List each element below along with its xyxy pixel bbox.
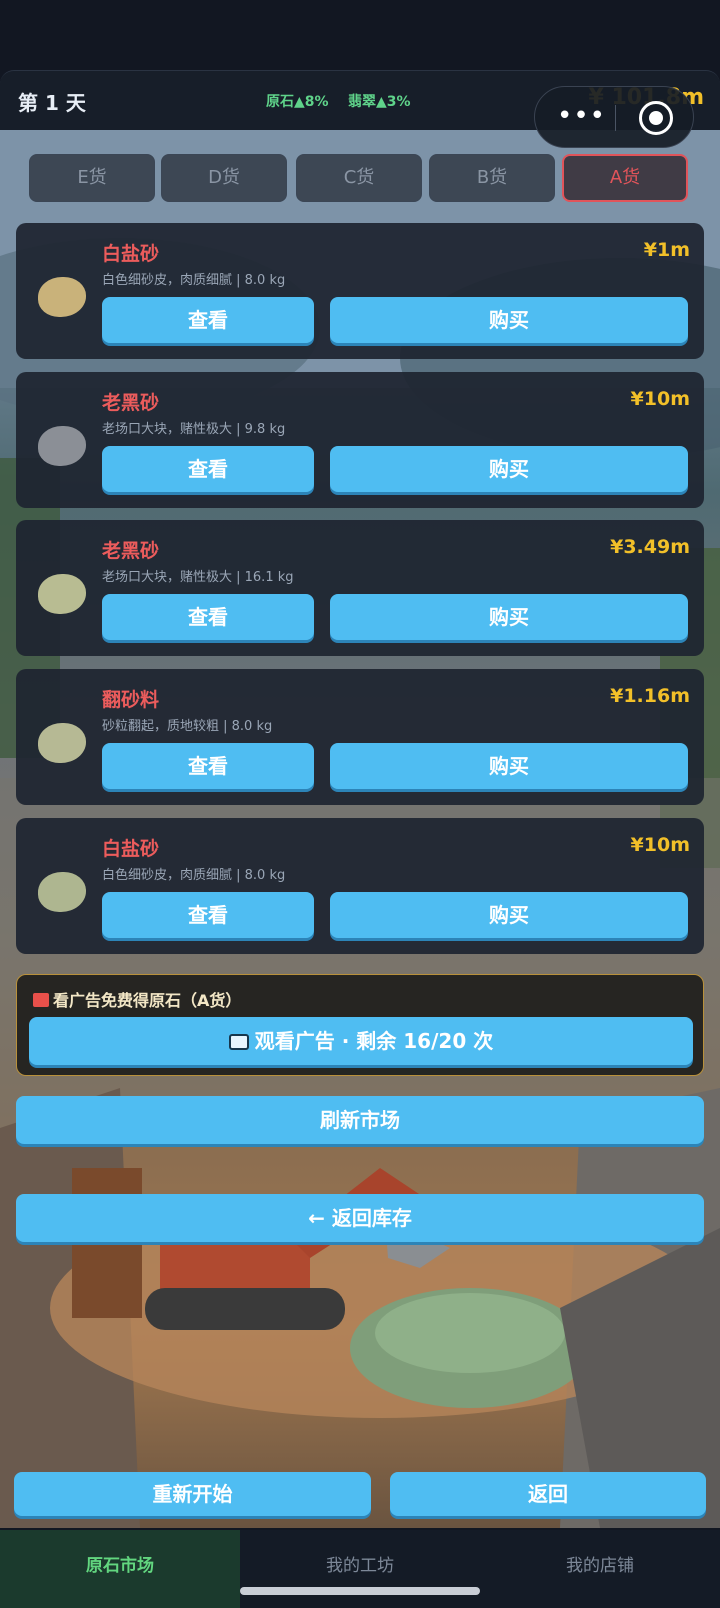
nav-stone-market[interactable]: 原石市场 [0,1530,240,1608]
stone-image [38,723,86,763]
stone-name: 老黑砂 [102,540,160,562]
stone-card: 老黑砂 ¥10m 老场口大块，赌性极大 | 9.8 kg 查看 购买 [16,372,704,508]
buy-button[interactable]: 购买 [330,446,688,492]
nav-my-workshop[interactable]: 我的工坊 [240,1530,480,1608]
gift-icon [33,993,49,1007]
ad-title-text: 看广告免费得原石（A货） [53,991,242,1010]
stone-description: 老场口大块，赌性极大 | 16.1 kg [102,570,294,585]
stone-image [38,277,86,317]
stone-card: 翻砂料 ¥1.16m 砂粒翻起，质地较粗 | 8.0 kg 查看 购买 [16,669,704,805]
back-to-inventory-button[interactable]: ← 返回库存 [16,1194,704,1242]
view-button[interactable]: 查看 [102,594,314,640]
stone-price: ¥1.16m [610,685,690,707]
restart-button[interactable]: 重新开始 [14,1472,371,1516]
day-counter: 第 1 天 [18,91,86,115]
stone-price: ¥1m [643,239,690,261]
stone-price: ¥10m [630,834,690,856]
ad-panel-title: 看广告免费得原石（A货） [33,987,241,1011]
bottom-navigation: 原石市场 我的工坊 我的店铺 [0,1530,720,1608]
nav-my-shop[interactable]: 我的店铺 [480,1530,720,1608]
view-button[interactable]: 查看 [102,743,314,789]
tab-e-grade[interactable]: E货 [29,154,155,202]
stone-card: 白盐砂 ¥1m 白色细砂皮，肉质细腻 | 8.0 kg 查看 购买 [16,223,704,359]
stone-name: 白盐砂 [102,838,160,860]
capsule-divider [615,105,616,131]
stone-image [38,426,86,466]
view-button[interactable]: 查看 [102,446,314,492]
back-button[interactable]: 返回 [390,1472,706,1516]
view-button[interactable]: 查看 [102,892,314,938]
watch-ad-label: 观看广告 · 剩余 16/20 次 [254,1029,494,1053]
tab-b-grade[interactable]: B货 [429,154,555,202]
stone-name: 白盐砂 [102,243,160,265]
refresh-market-button[interactable]: 刷新市场 [16,1096,704,1144]
home-indicator [240,1587,480,1595]
miniprogram-capsule: ••• [534,86,694,148]
stone-price: ¥10m [630,388,690,410]
stone-image [38,574,86,614]
buy-button[interactable]: 购买 [330,297,688,343]
stone-description: 白色细砂皮，肉质细腻 | 8.0 kg [102,868,286,883]
tab-c-grade[interactable]: C货 [296,154,422,202]
stone-description: 砂粒翻起，质地较粗 | 8.0 kg [102,719,273,734]
buy-button[interactable]: 购买 [330,892,688,938]
tab-a-grade[interactable]: A货 [562,154,688,202]
tab-d-grade[interactable]: D货 [161,154,287,202]
buy-button[interactable]: 购买 [330,594,688,640]
stone-image [38,872,86,912]
stone-name: 老黑砂 [102,392,160,414]
stone-description: 白色细砂皮，肉质细腻 | 8.0 kg [102,273,286,288]
stone-name: 翻砂料 [102,689,160,711]
stone-price: ¥3.49m [610,536,690,558]
jade-trend: 翡翠▲3% [348,94,411,110]
more-icon[interactable]: ••• [557,101,606,131]
stone-description: 老场口大块，赌性极大 | 9.8 kg [102,422,286,437]
view-button[interactable]: 查看 [102,297,314,343]
tv-icon [228,1034,249,1050]
stone-trend: 原石▲8% [266,94,329,110]
close-miniprogram-icon[interactable] [639,101,673,135]
stone-card: 白盐砂 ¥10m 白色细砂皮，肉质细腻 | 8.0 kg 查看 购买 [16,818,704,954]
stone-card: 老黑砂 ¥3.49m 老场口大块，赌性极大 | 16.1 kg 查看 购买 [16,520,704,656]
watch-ad-button[interactable]: 观看广告 · 剩余 16/20 次 [29,1017,693,1065]
buy-button[interactable]: 购买 [330,743,688,789]
free-stone-ad-panel: 看广告免费得原石（A货） 观看广告 · 剩余 16/20 次 [16,974,704,1076]
